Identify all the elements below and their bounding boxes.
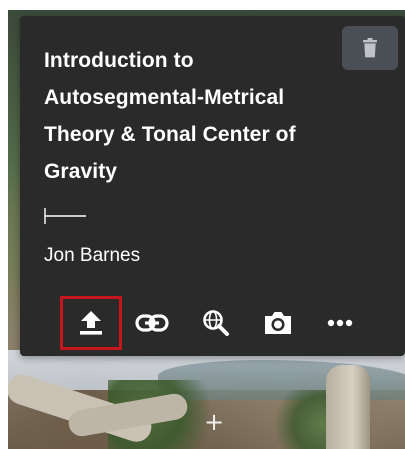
viewport: + Introduction to Autosegmental-Metrical… bbox=[0, 0, 405, 449]
card-toolbar bbox=[20, 294, 405, 354]
upload-icon bbox=[80, 311, 102, 335]
link-icon bbox=[135, 314, 169, 332]
search-globe-icon bbox=[203, 310, 229, 336]
separator-glyph bbox=[44, 208, 86, 224]
delete-button[interactable] bbox=[342, 26, 398, 70]
publication-card: Introduction to Autosegmental-Metrical T… bbox=[20, 16, 405, 356]
trash-icon bbox=[363, 38, 377, 58]
publication-title: Introduction to Autosegmental-Metrical T… bbox=[44, 49, 296, 183]
camera-button[interactable] bbox=[260, 308, 296, 338]
plus-icon[interactable]: + bbox=[203, 410, 225, 434]
camera-icon bbox=[265, 312, 291, 334]
link-button[interactable] bbox=[132, 308, 172, 338]
more-horizontal-icon bbox=[327, 319, 353, 327]
search-globe-button[interactable] bbox=[198, 308, 234, 338]
more-options-button[interactable] bbox=[320, 308, 360, 338]
publication-author: Jon Barnes bbox=[44, 245, 141, 266]
photo-trunk-right bbox=[326, 365, 370, 449]
upload-button[interactable] bbox=[60, 296, 122, 350]
